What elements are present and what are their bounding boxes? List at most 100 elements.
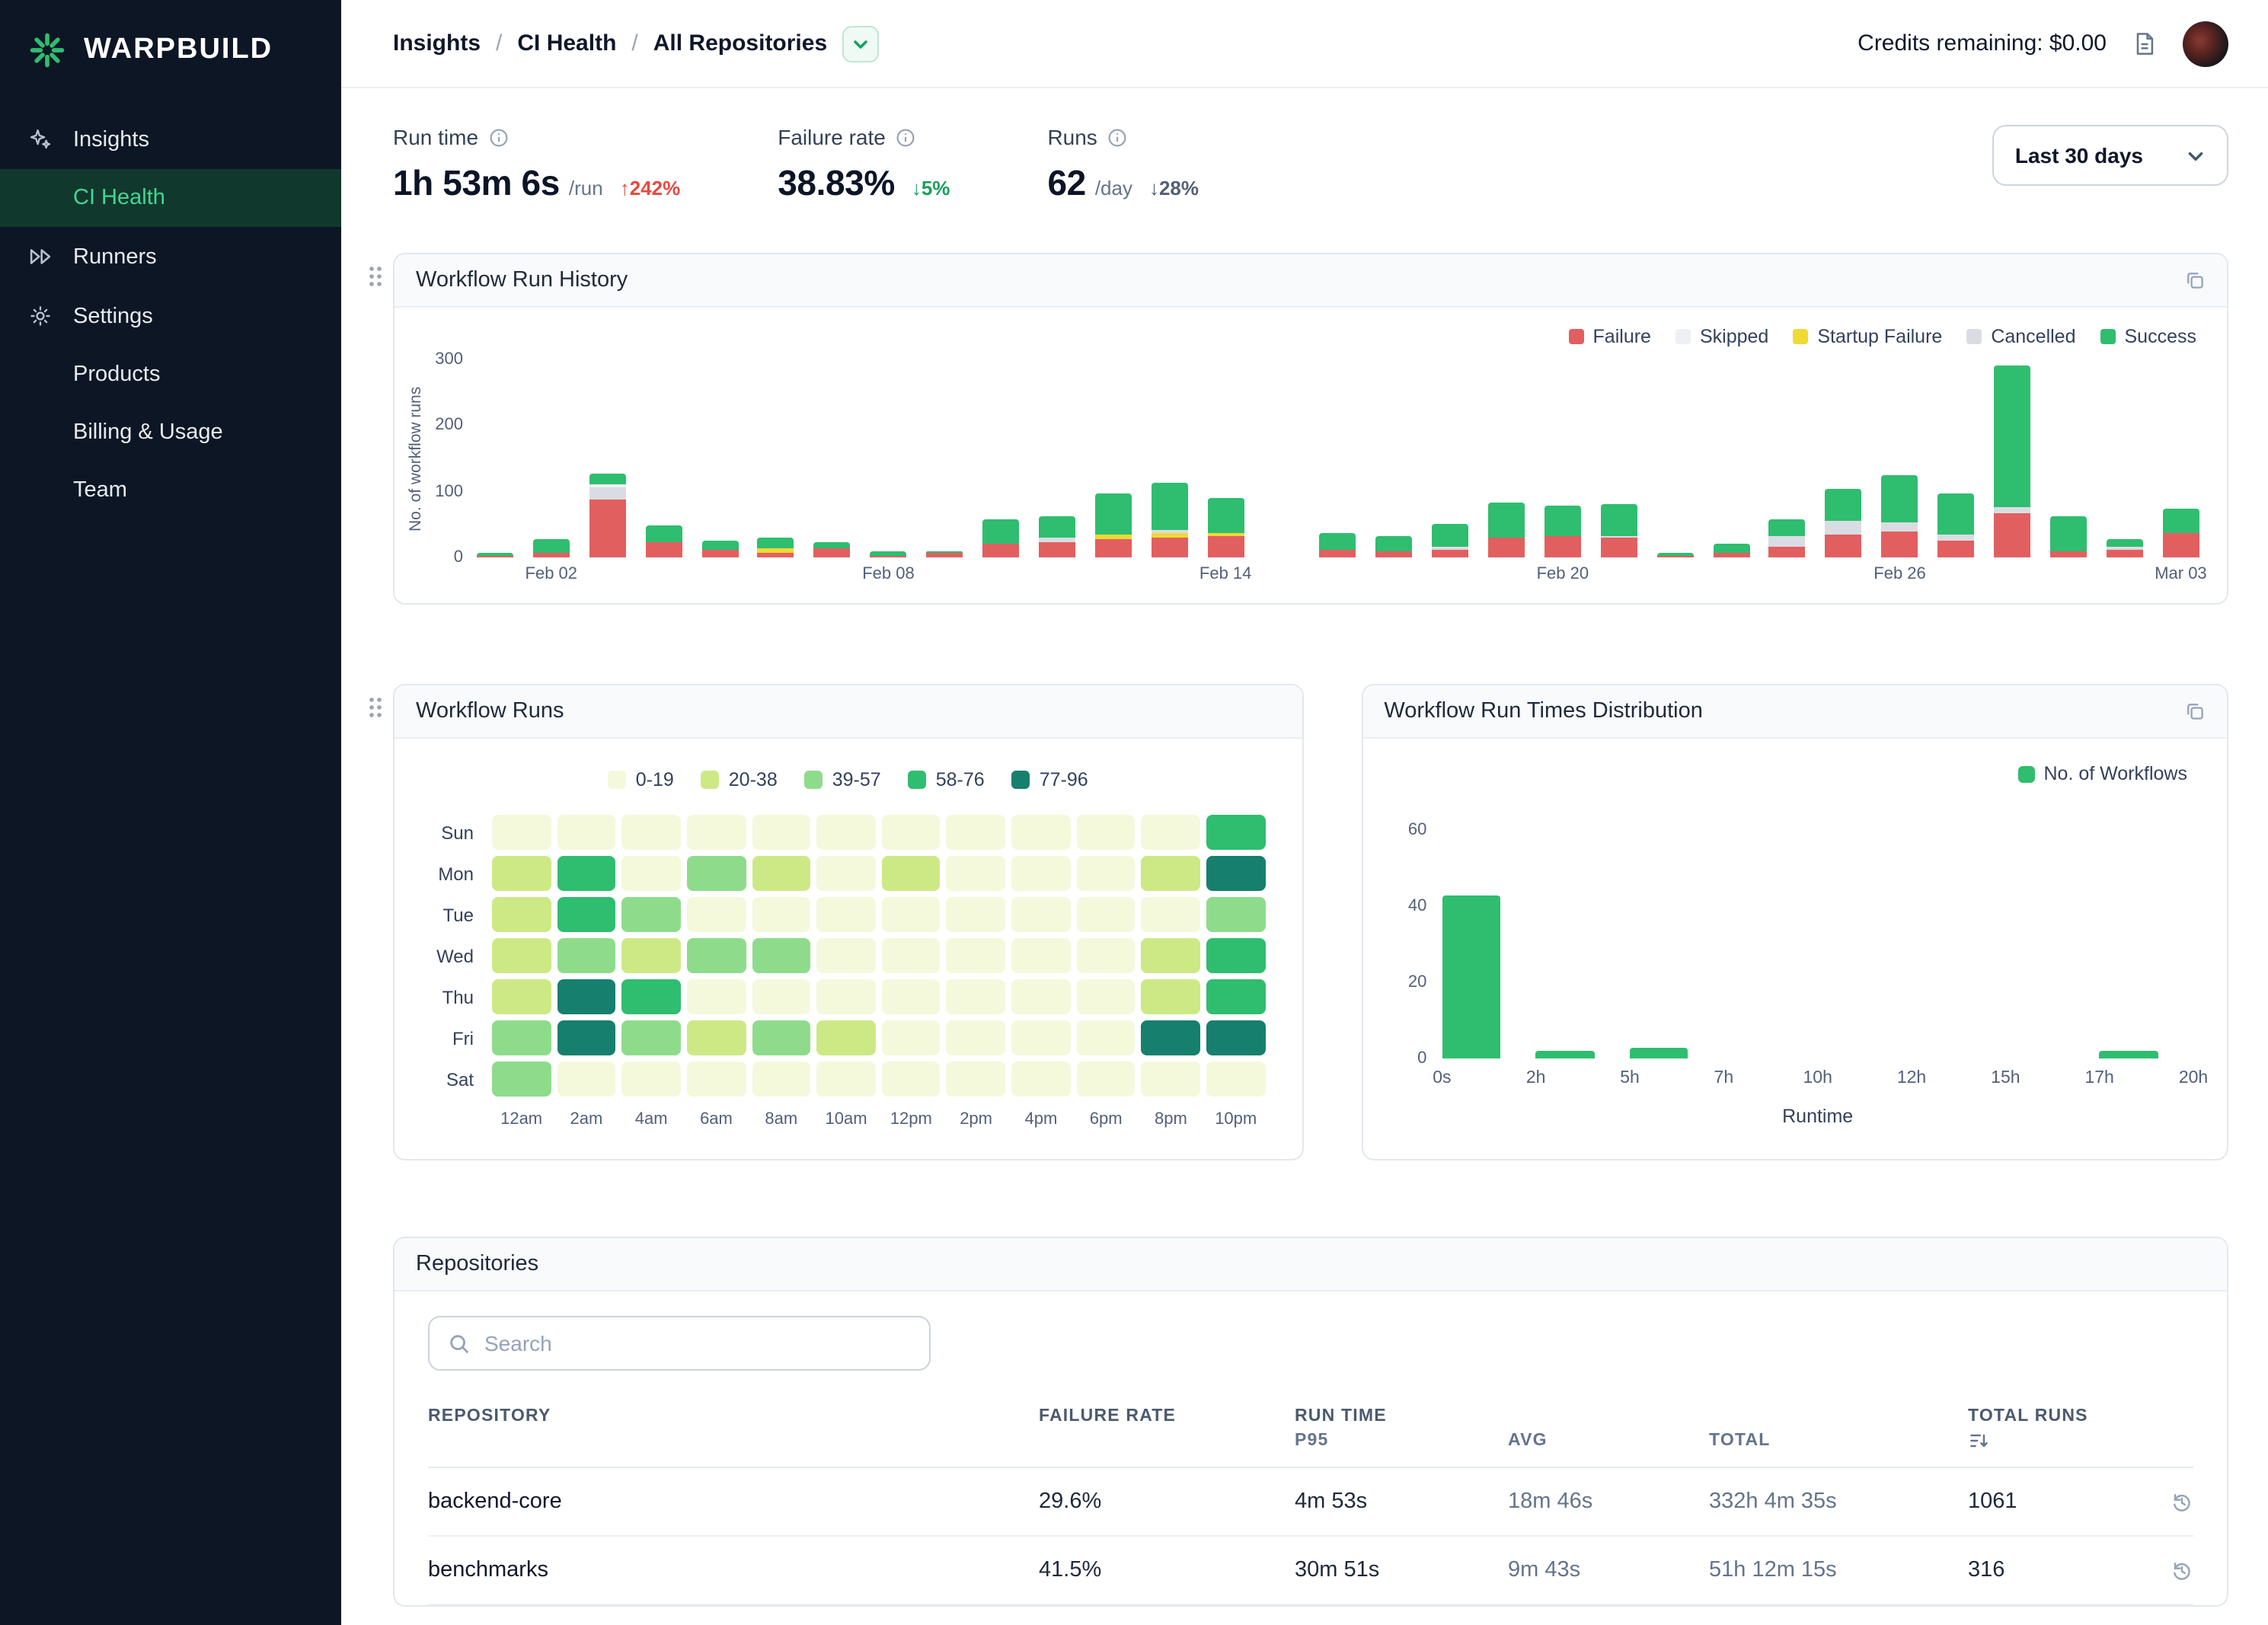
heatmap-cell[interactable] xyxy=(1011,938,1070,973)
heatmap-cell[interactable] xyxy=(687,938,746,973)
heatmap-cell[interactable] xyxy=(492,979,551,1014)
column-header-p95[interactable]: P95 xyxy=(1295,1432,1508,1450)
histogram-bar[interactable] xyxy=(1536,1051,1594,1058)
heatmap-cell[interactable] xyxy=(1011,856,1070,891)
heatmap-cell[interactable] xyxy=(1206,938,1265,973)
heatmap-cell[interactable] xyxy=(687,979,746,1014)
heatmap-cell[interactable] xyxy=(816,979,875,1014)
heatmap-cell[interactable] xyxy=(687,1062,746,1097)
info-icon[interactable] xyxy=(489,127,509,147)
column-header-total-runs[interactable]: TOTAL RUNS xyxy=(1968,1407,2148,1425)
column-header-failure-rate[interactable]: FAILURE RATE xyxy=(1039,1407,1295,1425)
heatmap-cell[interactable] xyxy=(947,938,1005,973)
document-icon[interactable] xyxy=(2131,30,2158,57)
drag-handle-icon[interactable] xyxy=(369,265,382,295)
legend-item-cancelled[interactable]: Cancelled xyxy=(1966,326,2075,347)
heatmap-cell[interactable] xyxy=(752,1020,810,1055)
drag-handle-icon[interactable] xyxy=(369,696,382,726)
history-bar[interactable] xyxy=(1432,525,1468,557)
histogram-bar[interactable] xyxy=(1442,895,1500,1058)
heatmap-cell[interactable] xyxy=(752,897,810,932)
sidebar-item-ci-health[interactable]: CI Health xyxy=(0,169,341,227)
avatar[interactable] xyxy=(2183,21,2228,66)
info-icon[interactable] xyxy=(896,127,916,147)
heatmap-cell[interactable] xyxy=(1077,897,1136,932)
heatmap-cell[interactable] xyxy=(622,856,681,891)
column-header-total[interactable]: TOTAL xyxy=(1709,1432,1968,1450)
history-bar[interactable] xyxy=(477,553,513,557)
heatmap-cell[interactable] xyxy=(622,897,681,932)
history-bar[interactable] xyxy=(645,525,682,557)
heatmap-cell[interactable] xyxy=(1142,897,1200,932)
heatmap-cell[interactable] xyxy=(1077,1020,1136,1055)
heatmap-cell[interactable] xyxy=(947,1062,1005,1097)
legend-item-startup_failure[interactable]: Startup Failure xyxy=(1793,326,1942,347)
heatmap-cell[interactable] xyxy=(622,1062,681,1097)
history-bar[interactable] xyxy=(1826,489,1862,557)
heatmap-cell[interactable] xyxy=(947,1020,1005,1055)
repository-dropdown-button[interactable] xyxy=(842,25,879,62)
history-bar[interactable] xyxy=(814,541,851,557)
legend-item-success[interactable]: Success xyxy=(2100,326,2197,347)
heatmap-cell[interactable] xyxy=(752,938,810,973)
history-bar[interactable] xyxy=(926,551,963,557)
heatmap-cell[interactable] xyxy=(1142,856,1200,891)
history-bar[interactable] xyxy=(1713,544,1749,557)
column-header-avg[interactable]: AVG xyxy=(1508,1432,1709,1450)
heatmap-cell[interactable] xyxy=(947,856,1005,891)
heatmap-cell[interactable] xyxy=(557,856,615,891)
sidebar-item-settings[interactable]: Settings xyxy=(0,286,341,346)
heatmap-cell[interactable] xyxy=(492,1062,551,1097)
history-bar[interactable] xyxy=(1376,536,1413,557)
heatmap-cell[interactable] xyxy=(557,1020,615,1055)
heatmap-cell[interactable] xyxy=(492,1020,551,1055)
legend-item-no-of-workflows[interactable]: No. of Workflows xyxy=(2018,763,2188,784)
heatmap-cell[interactable] xyxy=(1077,856,1136,891)
heatmap-cell[interactable] xyxy=(752,1062,810,1097)
heatmap-cell[interactable] xyxy=(1011,1062,1070,1097)
heatmap-cell[interactable] xyxy=(1142,979,1200,1014)
logo[interactable]: WARPBUILD xyxy=(0,0,341,110)
heatmap-cell[interactable] xyxy=(947,979,1005,1014)
table-row[interactable]: backend-core29.6%4m 53s18m 46s332h 4m 35… xyxy=(428,1468,2193,1537)
history-bar[interactable] xyxy=(1039,516,1075,557)
heatmap-cell[interactable] xyxy=(882,1020,941,1055)
sidebar-item-products[interactable]: Products xyxy=(0,346,341,404)
heatmap-cell[interactable] xyxy=(882,979,941,1014)
heatmap-cell[interactable] xyxy=(947,897,1005,932)
heatmap-cell[interactable] xyxy=(816,938,875,973)
sidebar-item-team[interactable]: Team xyxy=(0,461,341,519)
date-range-selector[interactable]: Last 30 days xyxy=(1992,125,2228,186)
heatmap-cell[interactable] xyxy=(1011,979,1070,1014)
heatmap-cell[interactable] xyxy=(1142,1020,1200,1055)
heatmap-cell[interactable] xyxy=(816,1020,875,1055)
heatmap-cell[interactable] xyxy=(1206,897,1265,932)
heatmap-cell[interactable] xyxy=(882,815,941,850)
heatmap-cell[interactable] xyxy=(557,815,615,850)
history-icon[interactable] xyxy=(2148,1490,2193,1513)
breadcrumb-all-repositories[interactable]: All Repositories xyxy=(653,30,827,56)
history-bar[interactable] xyxy=(1769,519,1806,557)
heatmap-cell[interactable] xyxy=(492,897,551,932)
heatmap-cell[interactable] xyxy=(816,815,875,850)
heatmap-cell[interactable] xyxy=(1077,938,1136,973)
sidebar-item-runners[interactable]: Runners xyxy=(0,227,341,286)
history-bar[interactable] xyxy=(2107,539,2143,557)
heatmap-cell[interactable] xyxy=(816,897,875,932)
heatmap-cell[interactable] xyxy=(687,1020,746,1055)
history-bar[interactable] xyxy=(1151,482,1187,557)
history-bar[interactable] xyxy=(533,539,570,557)
history-bar[interactable] xyxy=(1320,532,1356,557)
history-bar[interactable] xyxy=(1882,476,1918,557)
history-bar[interactable] xyxy=(1601,503,1637,557)
history-bar[interactable] xyxy=(758,538,794,557)
history-bar[interactable] xyxy=(2050,516,2087,557)
history-bar[interactable] xyxy=(1656,553,1693,557)
heatmap-cell[interactable] xyxy=(816,1062,875,1097)
history-bar[interactable] xyxy=(2162,509,2199,557)
history-icon[interactable] xyxy=(2148,1559,2193,1582)
heatmap-cell[interactable] xyxy=(1077,1062,1136,1097)
heatmap-cell[interactable] xyxy=(687,897,746,932)
heatmap-cell[interactable] xyxy=(1206,815,1265,850)
sidebar-item-insights[interactable]: Insights xyxy=(0,110,341,169)
